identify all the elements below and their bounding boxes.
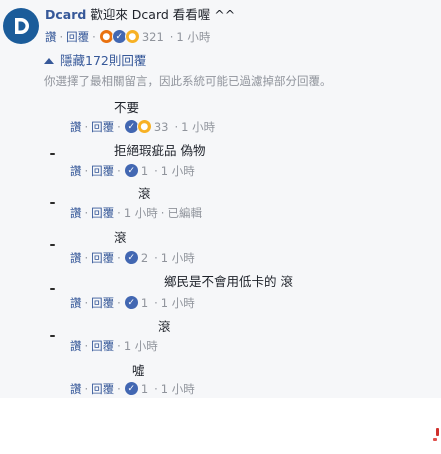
reply-link[interactable]: 回覆 (91, 251, 114, 265)
avatar[interactable] (50, 288, 55, 290)
haha-reaction-icon: ● (136, 119, 152, 134)
reaction-summary[interactable]: ● ✓ ● 321 (98, 29, 164, 44)
corner-mark (436, 428, 439, 436)
separator: · (84, 206, 89, 220)
separator: · (117, 381, 121, 396)
like-link[interactable]: 讚 (70, 206, 82, 220)
like-link[interactable]: 讚 (45, 30, 57, 44)
comment-time[interactable]: 1 小時 (181, 120, 215, 134)
reply-link[interactable]: 回覆 (91, 296, 114, 310)
avatar[interactable] (50, 335, 55, 337)
reply-text: 拒絕瑕疵品 偽物 (114, 143, 206, 158)
reply-link[interactable]: 回覆 (91, 339, 114, 353)
reply-actions: 讚 · 回覆 · ✓ 2 · 1 小時 (70, 250, 195, 265)
reply-link[interactable]: 回覆 (66, 30, 89, 44)
separator: · (117, 206, 121, 220)
reply-link[interactable]: 回覆 (91, 382, 114, 396)
reaction-count: 33 (153, 119, 169, 134)
reaction-summary[interactable]: ✓ 2 (123, 250, 149, 265)
reply-actions: 讚 · 回覆 · ✓ ● 33 · 1 小時 (70, 119, 215, 134)
reply-text: 滾 (114, 230, 127, 245)
comment-time[interactable]: 1 小時 (161, 251, 195, 265)
separator: · (84, 119, 89, 134)
like-link[interactable]: 讚 (70, 296, 82, 310)
separator: · (117, 163, 121, 178)
edited-label[interactable]: 已編輯 (167, 206, 202, 220)
comment-time[interactable]: 1 小時 (161, 296, 195, 310)
main-comment-actions: 讚 · 回覆 · ● ✓ ● 321 · 1 小時 (45, 29, 210, 44)
reply-text: 滾 (138, 186, 151, 201)
separator: · (84, 339, 89, 353)
separator: · (154, 295, 158, 310)
like-link[interactable]: 讚 (70, 339, 82, 353)
comment-time[interactable]: 1 小時 (161, 382, 195, 396)
corner-mark (433, 438, 437, 441)
reaction-count: 1 (140, 295, 149, 310)
like-link[interactable]: 讚 (70, 164, 82, 178)
like-reaction-icon: ✓ (123, 295, 139, 310)
comment-thread: Dcard 歡迎來 Dcard 看看喔 ^^ 讚 · 回覆 · ● ✓ ● 32… (0, 0, 441, 398)
hidden-replies-toggle[interactable]: 隱藏172則回覆 (44, 53, 146, 69)
reply-actions: 讚 · 回覆 · 1 小時 · 已編輯 (70, 206, 202, 220)
avatar[interactable] (50, 202, 55, 204)
separator: · (174, 119, 179, 134)
separator: · (154, 381, 158, 396)
like-link[interactable]: 讚 (70, 120, 82, 134)
filter-note: 你選擇了最相關留言，因此系統可能已過濾掉部分回覆。 (44, 74, 332, 88)
like-reaction-icon: ✓ (123, 381, 139, 396)
separator: · (117, 119, 121, 134)
comment-text: 歡迎來 Dcard 看看喔 ^^ (90, 7, 236, 22)
separator: · (84, 381, 89, 396)
reaction-count: 2 (140, 250, 149, 265)
comment-time[interactable]: 1 小時 (124, 339, 158, 353)
reply-actions: 讚 · 回覆 · ✓ 1 · 1 小時 (70, 381, 195, 396)
separator: · (84, 163, 89, 178)
comment-time[interactable]: 1 小時 (161, 164, 195, 178)
separator: · (154, 163, 158, 178)
reaction-summary[interactable]: ✓ 1 (123, 163, 149, 178)
reaction-count: 321 (141, 29, 164, 44)
comment-time[interactable]: 1 小時 (124, 206, 158, 220)
reply-text: 滾 (158, 319, 171, 334)
comment-author[interactable]: Dcard (45, 7, 86, 22)
reply-link[interactable]: 回覆 (91, 164, 114, 178)
reaction-summary[interactable]: ✓ 1 (123, 381, 149, 396)
separator: · (117, 295, 121, 310)
reply-link[interactable]: 回覆 (91, 120, 114, 134)
reply-actions: 讚 · 回覆 · 1 小時 (70, 339, 158, 353)
reaction-summary[interactable]: ✓ ● 33 (123, 119, 169, 134)
main-comment-body: Dcard 歡迎來 Dcard 看看喔 ^^ (45, 7, 235, 23)
reply-text: 鄉民是不會用低卡的 滾 (164, 274, 293, 289)
avatar[interactable] (50, 244, 55, 246)
like-reaction-icon: ✓ (123, 250, 139, 265)
haha-reaction-icon: ● (124, 29, 140, 44)
separator: · (169, 29, 174, 44)
reply-actions: 讚 · 回覆 · ✓ 1 · 1 小時 (70, 163, 195, 178)
avatar[interactable] (50, 153, 55, 155)
dcard-logo-icon[interactable] (3, 8, 39, 44)
page: Dcard 歡迎來 Dcard 看看喔 ^^ 讚 · 回覆 · ● ✓ ● 32… (0, 0, 441, 454)
hidden-replies-label[interactable]: 隱藏172則回覆 (60, 53, 146, 69)
reply-actions: 讚 · 回覆 · ✓ 1 · 1 小時 (70, 295, 195, 310)
comment-time[interactable]: 1 小時 (176, 30, 210, 44)
reply-text: 噓 (132, 363, 145, 378)
reply-text: 不要 (114, 100, 140, 115)
separator: · (117, 339, 121, 353)
reaction-count: 1 (140, 163, 149, 178)
separator: · (84, 250, 89, 265)
like-link[interactable]: 讚 (70, 382, 82, 396)
reaction-count: 1 (140, 381, 149, 396)
separator: · (59, 29, 64, 44)
reply-link[interactable]: 回覆 (91, 206, 114, 220)
like-reaction-icon: ✓ (123, 163, 139, 178)
separator: · (92, 29, 96, 44)
separator: · (84, 295, 89, 310)
like-link[interactable]: 讚 (70, 251, 82, 265)
separator: · (117, 250, 121, 265)
reaction-summary[interactable]: ✓ 1 (123, 295, 149, 310)
collapse-arrow-icon (44, 58, 54, 64)
separator: · (160, 206, 165, 220)
separator: · (154, 250, 158, 265)
